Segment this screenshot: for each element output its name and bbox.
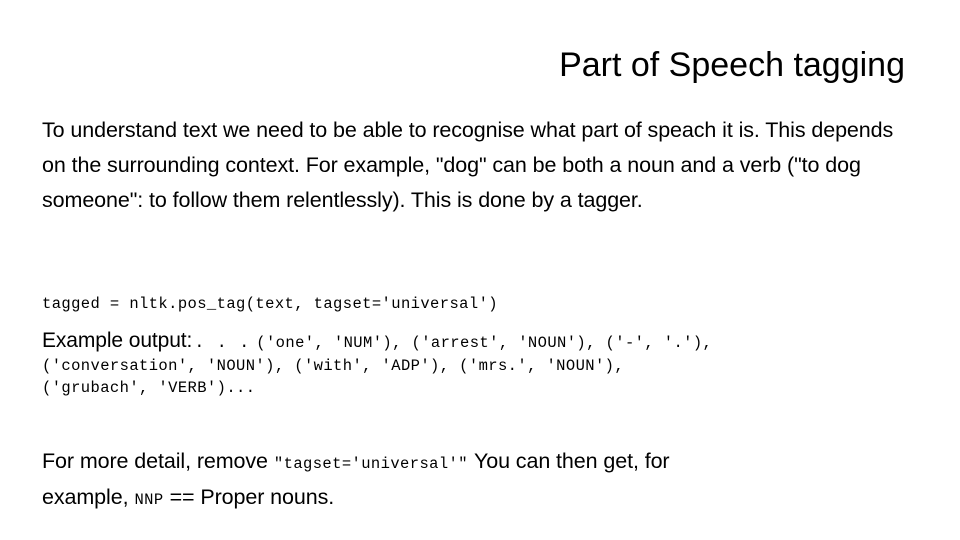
example-output-block: Example output:. . . ('one', 'NUM'), ('ar…	[42, 330, 922, 399]
closing-line-2-suffix: == Proper nouns.	[169, 485, 335, 509]
closing-line-2-prefix: example,	[42, 485, 129, 509]
example-output-first-line: Example output:. . . ('one', 'NUM'), ('ar…	[42, 330, 922, 355]
slide-canvas: Part of Speech tagging To understand tex…	[0, 0, 960, 540]
closing-line-1-prefix: For more detail, remove	[42, 449, 268, 473]
example-output-ellipsis: . . .	[194, 334, 251, 353]
example-output-line-3: ('grubach', 'VERB')...	[42, 379, 256, 397]
closing-line-1-code: "tagset='universal'"	[273, 455, 468, 473]
slide-body: To understand text we need to be able to…	[42, 113, 914, 218]
closing-line-1-suffix: You can then get, for	[473, 449, 670, 473]
example-output-second-line: ('conversation', 'NOUN'), ('with', 'ADP'…	[42, 355, 922, 377]
example-output-line-2: ('conversation', 'NOUN'), ('with', 'ADP'…	[42, 357, 625, 375]
intro-paragraph: To understand text we need to be able to…	[42, 118, 894, 212]
closing-paragraph: For more detail, remove "tagset='universa…	[42, 445, 922, 517]
page-title: Part of Speech tagging	[559, 46, 905, 84]
closing-line-1: For more detail, remove "tagset='universa…	[42, 445, 922, 481]
example-output-line-1: ('one', 'NUM'), ('arrest', 'NOUN'), ('-'…	[256, 334, 713, 352]
closing-line-2: example, NNP == Proper nouns.	[42, 481, 922, 517]
example-output-third-line: ('grubach', 'VERB')...	[42, 377, 922, 399]
example-output-label: Example output:	[42, 329, 193, 352]
code-snippet: tagged = nltk.pos_tag(text, tagset='univ…	[42, 295, 498, 313]
closing-line-2-code: NNP	[134, 491, 164, 509]
